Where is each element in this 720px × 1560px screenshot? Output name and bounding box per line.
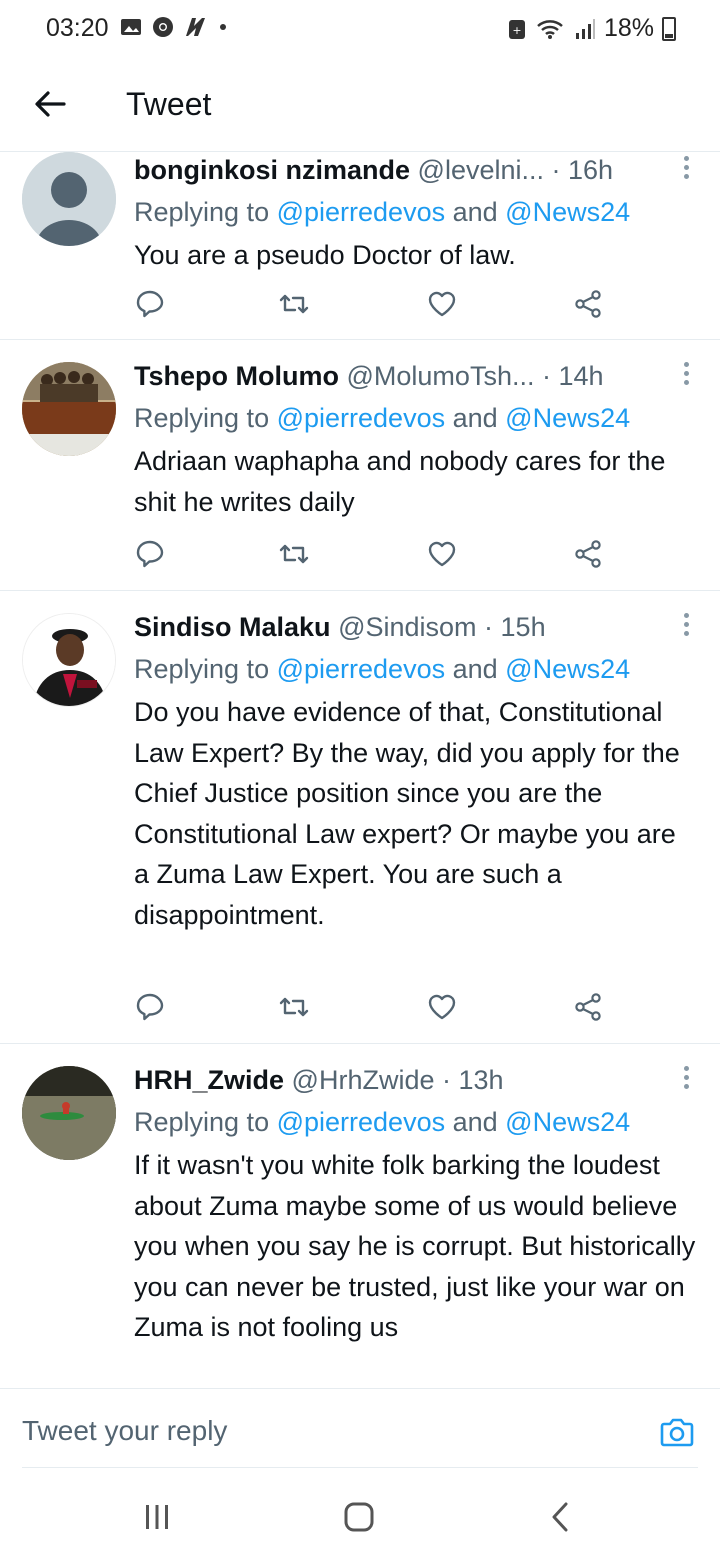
replying-label: Replying to xyxy=(134,1107,277,1137)
tweet-text: Adriaan waphapha and nobody cares for th… xyxy=(134,446,666,517)
signal-icon xyxy=(575,18,595,39)
profile-photo xyxy=(23,614,115,706)
tweet-header: Sindiso Malaku @Sindisom · 15h xyxy=(134,609,696,645)
mention-link[interactable]: @pierredevos xyxy=(277,197,446,227)
tweet-actions xyxy=(134,538,604,572)
tweet-header: HRH_Zwide @HrhZwide · 13h xyxy=(134,1062,696,1098)
status-icons-right: + 18% xyxy=(506,14,676,43)
replying-label: Replying to xyxy=(134,403,277,433)
tweet-content: Sindiso Malaku @Sindisom · 15h Replying … xyxy=(134,609,696,935)
tweet-time: · 16h xyxy=(551,155,614,185)
replying-label: Replying to xyxy=(134,197,277,227)
tweet-time: · 13h xyxy=(442,1065,504,1095)
battery-percent: 18% xyxy=(603,14,654,42)
svg-text:+: + xyxy=(512,24,521,37)
avatar-sindiso[interactable] xyxy=(22,613,116,707)
mention-link[interactable]: @News24 xyxy=(505,403,630,433)
tweet-header: bonginkosi nzimande @levelni... · 16h xyxy=(134,152,696,188)
reply-input[interactable]: Tweet your reply xyxy=(22,1415,227,1447)
tweet-actions xyxy=(134,991,604,1025)
gallery-icon xyxy=(121,19,141,35)
replying-to: Replying to @pierredevos and @News24 xyxy=(134,1102,696,1142)
profile-photo xyxy=(22,1066,116,1160)
tweet-item[interactable]: Tshepo Molumo @MolumoTsh... · 14h Replyi… xyxy=(0,340,720,591)
mention-link[interactable]: @News24 xyxy=(505,1107,630,1137)
tweet-text: If it wasn't you white folk barking the … xyxy=(134,1150,696,1342)
tweet-content: Tshepo Molumo @MolumoTsh... · 14h Replyi… xyxy=(134,358,696,522)
replying-to: Replying to @pierredevos and @News24 xyxy=(134,398,696,438)
display-name[interactable]: Tshepo Molumo xyxy=(134,361,339,391)
app-header: Tweet xyxy=(0,60,720,152)
mention-link[interactable]: @News24 xyxy=(505,197,630,227)
news-icon xyxy=(186,18,205,36)
display-name[interactable]: Sindiso Malaku xyxy=(134,612,331,642)
and-label: and xyxy=(445,654,506,684)
tweet-text: Do you have evidence of that, Constituti… xyxy=(134,697,680,930)
battery-icon xyxy=(662,16,676,41)
avatar-ancestors[interactable] xyxy=(22,362,116,456)
back-arrow-icon[interactable] xyxy=(30,84,70,124)
tweet-text: You are a pseudo Doctor of law. xyxy=(134,240,516,270)
tweet-content: HRH_Zwide @HrhZwide · 13h Replying to @p… xyxy=(134,1062,696,1348)
page-title: Tweet xyxy=(126,86,212,122)
avatar-hrh-zwide[interactable] xyxy=(22,1066,116,1160)
mention-link[interactable]: @pierredevos xyxy=(277,1107,446,1137)
chrome-icon xyxy=(153,17,173,37)
display-name[interactable]: HRH_Zwide xyxy=(134,1065,284,1095)
like-icon[interactable] xyxy=(426,538,458,570)
share-icon[interactable] xyxy=(572,538,604,570)
status-icons-left xyxy=(120,16,226,38)
user-handle[interactable]: @Sindisom xyxy=(338,612,476,642)
retweet-icon[interactable] xyxy=(278,991,310,1023)
more-options-icon[interactable] xyxy=(682,1066,690,1092)
user-handle[interactable]: @levelni... xyxy=(418,155,544,185)
recent-apps-icon[interactable] xyxy=(140,1500,174,1534)
avatar-default[interactable] xyxy=(22,152,116,246)
retweet-icon[interactable] xyxy=(278,288,310,320)
more-options-icon[interactable] xyxy=(682,156,690,182)
mention-link[interactable]: @News24 xyxy=(505,654,630,684)
display-name[interactable]: bonginkosi nzimande xyxy=(134,155,410,185)
status-bar: 03:20 + 18% xyxy=(0,0,720,60)
share-icon[interactable] xyxy=(572,288,604,320)
status-time: 03:20 xyxy=(46,14,109,42)
system-nav-bar xyxy=(0,1468,720,1560)
mention-link[interactable]: @pierredevos xyxy=(277,654,446,684)
default-profile-icon xyxy=(22,152,116,246)
battery-saver-icon: + xyxy=(508,19,525,39)
and-label: and xyxy=(445,403,506,433)
user-handle[interactable]: @HrhZwide xyxy=(292,1065,435,1095)
notification-dot xyxy=(220,24,226,30)
like-icon[interactable] xyxy=(426,288,458,320)
tweet-item[interactable]: HRH_Zwide @HrhZwide · 13h Replying to @p… xyxy=(0,1044,720,1388)
like-icon[interactable] xyxy=(426,991,458,1023)
profile-photo xyxy=(22,362,116,456)
camera-icon[interactable] xyxy=(658,1413,696,1451)
back-nav-icon[interactable] xyxy=(544,1500,578,1534)
mention-link[interactable]: @pierredevos xyxy=(277,403,446,433)
wifi-icon xyxy=(537,19,563,39)
and-label: and xyxy=(445,1107,506,1137)
user-handle[interactable]: @MolumoTsh... xyxy=(347,361,535,391)
replying-label: Replying to xyxy=(134,654,277,684)
tweet-item[interactable]: Sindiso Malaku @Sindisom · 15h Replying … xyxy=(0,591,720,1044)
reply-icon[interactable] xyxy=(134,288,166,320)
retweet-icon[interactable] xyxy=(278,538,310,570)
replying-to: Replying to @pierredevos and @News24 xyxy=(134,649,696,689)
replying-to: Replying to @pierredevos and @News24 xyxy=(134,192,696,232)
tweet-actions xyxy=(134,288,604,322)
more-options-icon[interactable] xyxy=(682,613,690,639)
share-icon[interactable] xyxy=(572,991,604,1023)
reply-composer[interactable]: Tweet your reply xyxy=(0,1388,720,1469)
tweet-time: · 14h xyxy=(541,361,604,391)
and-label: and xyxy=(445,197,506,227)
reply-icon[interactable] xyxy=(134,991,166,1023)
home-icon[interactable] xyxy=(342,1500,376,1534)
more-options-icon[interactable] xyxy=(682,362,690,388)
tweet-time: · 15h xyxy=(484,612,546,642)
tweet-content: bonginkosi nzimande @levelni... · 16h Re… xyxy=(134,152,696,276)
tweet-header: Tshepo Molumo @MolumoTsh... · 14h xyxy=(134,358,696,394)
reply-icon[interactable] xyxy=(134,538,166,570)
tweet-item[interactable]: bonginkosi nzimande @levelni... · 16h Re… xyxy=(0,152,720,340)
